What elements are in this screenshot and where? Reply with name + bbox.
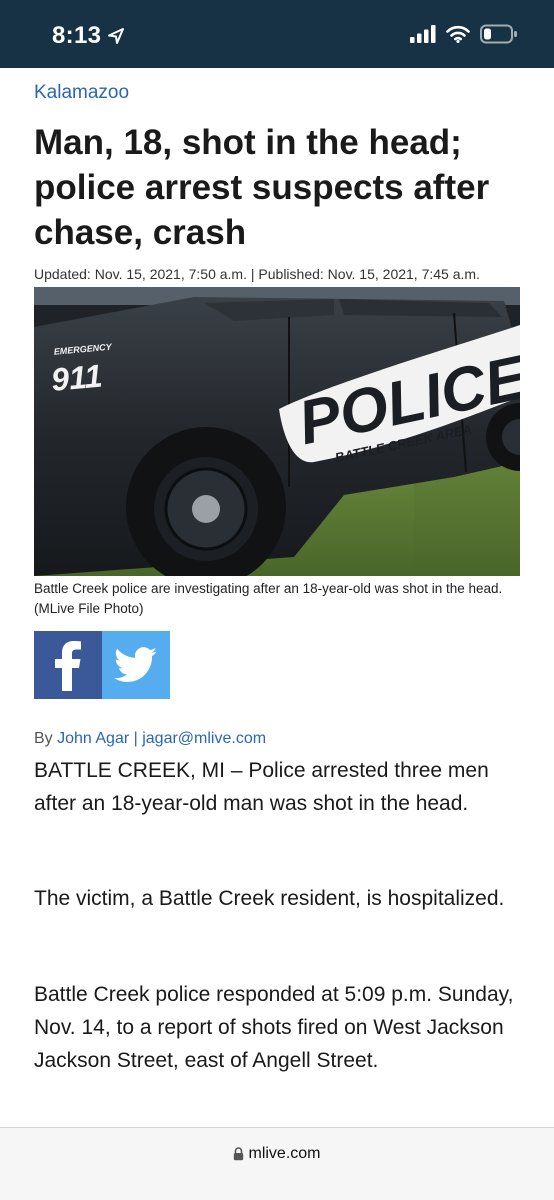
police-car-image: POLICE BATTLE CREEK AREA EMERGENCY 911 <box>34 287 520 576</box>
facebook-share-button[interactable] <box>34 631 102 699</box>
location-arrow-icon <box>108 28 125 44</box>
byline-prefix: By <box>34 730 53 747</box>
article-dates: Updated: Nov. 15, 2021, 7:50 a.m. | Publ… <box>34 266 480 282</box>
share-buttons <box>34 631 170 699</box>
article-paragraph: Battle Creek police responded at 5:09 p.… <box>34 983 514 1072</box>
number-911-text: 911 <box>50 358 104 398</box>
cellular-signal-icon <box>410 25 436 43</box>
status-time-group: 8:13 <box>52 22 125 50</box>
author-link[interactable]: John Agar | jagar@mlive.com <box>57 730 266 747</box>
browser-url-bar[interactable]: mlive.com <box>0 1127 554 1200</box>
article-headline: Man, 18, shot in the head; police arrest… <box>34 123 490 252</box>
status-time: 8:13 <box>52 22 102 49</box>
byline: By John Agar | jagar@mlive.com <box>34 730 266 748</box>
article-paragraph: BATTLE CREEK, MI – Police arrested three… <box>34 759 489 815</box>
battery-icon <box>480 24 517 44</box>
url-display[interactable]: mlive.com <box>0 1145 554 1163</box>
lock-icon <box>234 1147 244 1161</box>
section-link[interactable]: Kalamazoo <box>34 82 129 104</box>
article-photo[interactable]: POLICE BATTLE CREEK AREA EMERGENCY 911 <box>34 287 520 576</box>
wifi-icon <box>446 25 470 43</box>
photo-caption: Battle Creek police are investigating af… <box>34 581 503 616</box>
twitter-icon <box>114 647 157 682</box>
url-text: mlive.com <box>248 1145 321 1162</box>
status-icons <box>410 24 518 44</box>
status-bar: 8:13 <box>0 0 554 68</box>
article-paragraph: The victim, a Battle Creek resident, is … <box>34 887 505 910</box>
twitter-share-button[interactable] <box>102 631 170 699</box>
facebook-icon <box>55 641 81 691</box>
